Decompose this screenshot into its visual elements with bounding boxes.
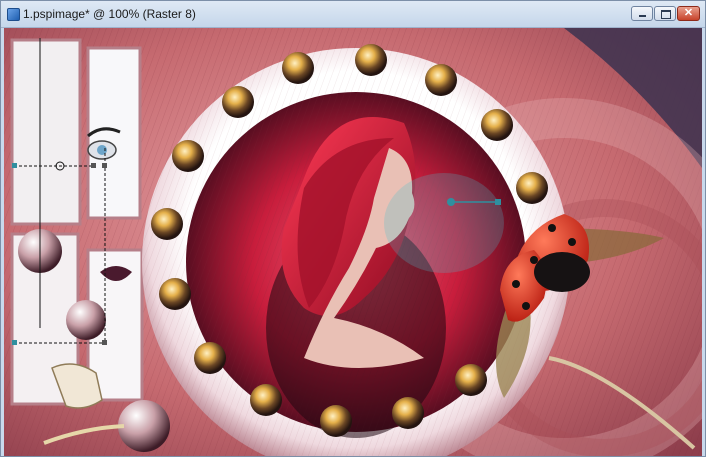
image-canvas[interactable]	[4, 28, 702, 456]
artwork	[4, 28, 702, 456]
maximize-icon	[661, 10, 671, 19]
window-title: 1.pspimage* @ 100% (Raster 8)	[23, 7, 196, 21]
close-icon: ✕	[683, 7, 694, 19]
title-bar[interactable]: 1.pspimage* @ 100% (Raster 8) ✕	[1, 1, 705, 28]
maximize-button[interactable]	[654, 6, 676, 21]
minimize-button[interactable]	[631, 6, 653, 21]
close-button[interactable]: ✕	[677, 6, 700, 21]
document-icon	[7, 8, 20, 21]
minimize-icon	[639, 15, 646, 17]
image-window: 1.pspimage* @ 100% (Raster 8) ✕	[0, 0, 706, 457]
